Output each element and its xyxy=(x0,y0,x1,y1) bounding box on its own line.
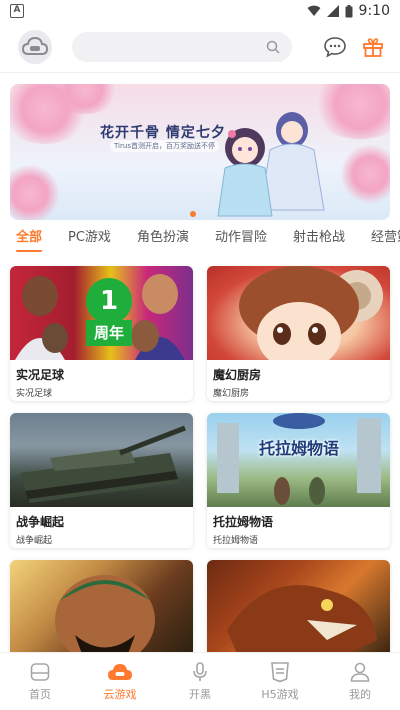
game-cover-toram: 托拉姆物语 xyxy=(207,413,390,507)
nav-profile-label: 我的 xyxy=(349,688,371,701)
search-input[interactable] xyxy=(86,39,266,55)
tab-shooter[interactable]: 射击枪战 xyxy=(293,224,345,254)
message-button[interactable] xyxy=(320,32,350,62)
search-bar[interactable] xyxy=(72,32,292,62)
game-title: 实况足球 xyxy=(16,368,65,382)
wifi-icon xyxy=(307,5,321,16)
chat-bubble-icon xyxy=(324,37,346,58)
status-bar: A 9:10 xyxy=(0,0,400,22)
banner-page-indicator xyxy=(190,211,196,217)
signal-icon xyxy=(326,5,339,17)
gift-icon xyxy=(363,38,383,57)
tab-strategy[interactable]: 经营策略 xyxy=(371,224,400,254)
cloud-game-icon xyxy=(108,664,132,680)
nav-cloud-game-label: 云游戏 xyxy=(103,688,137,701)
top-bar xyxy=(0,22,400,72)
nav-voice-chat[interactable]: 开黑 xyxy=(170,661,230,702)
game-cover-warrior xyxy=(10,560,193,654)
game-card[interactable]: 魔幻厨房 魔幻厨房 xyxy=(207,266,390,401)
game-card[interactable]: 1 周年 实况足球 实况足球 xyxy=(10,266,193,401)
game-subtitle: 魔幻厨房 xyxy=(213,389,250,399)
notification-a-icon: A xyxy=(10,4,24,18)
search-icon[interactable] xyxy=(266,40,280,54)
tab-pc-games[interactable]: PC游戏 xyxy=(68,224,111,254)
game-cover-soccer: 1 周年 xyxy=(10,266,193,360)
nav-h5-games-label: H5游戏 xyxy=(261,688,299,701)
game-card[interactable]: 托拉姆物语 托拉姆物语 托拉姆物语 xyxy=(207,413,390,548)
nav-h5-games[interactable]: H5游戏 xyxy=(250,661,310,702)
category-tabs: 全部 PC游戏 角色扮演 动作冒险 射击枪战 经营策略 xyxy=(0,224,400,254)
anniversary-badge: 1 周年 xyxy=(86,278,132,350)
game-subtitle: 实况足球 xyxy=(16,389,53,399)
promo-banner[interactable]: 花开千骨 情定七夕 Tirus首测开启，百万奖励送不停 xyxy=(10,84,390,220)
nav-profile[interactable]: 我的 xyxy=(330,661,390,702)
nav-cloud-game[interactable]: 云游戏 xyxy=(90,661,150,702)
tab-action-adventure[interactable]: 动作冒险 xyxy=(215,224,267,254)
game-cover-dragon xyxy=(207,560,390,654)
tab-all[interactable]: 全部 xyxy=(16,224,43,254)
nav-voice-chat-label: 开黑 xyxy=(189,688,211,701)
gift-button[interactable] xyxy=(358,32,388,62)
game-logo-text: 托拉姆物语 xyxy=(258,439,339,458)
nav-home[interactable]: 首页 xyxy=(10,661,70,702)
nav-home-label: 首页 xyxy=(29,688,51,701)
home-icon xyxy=(30,663,50,681)
game-cover-war-rising xyxy=(10,413,193,507)
game-subtitle: 战争崛起 xyxy=(16,536,53,546)
app-logo[interactable] xyxy=(18,30,52,64)
game-subtitle: 托拉姆物语 xyxy=(213,536,259,546)
game-cover-magic-kitchen xyxy=(207,266,390,360)
bottom-nav: 首页 云游戏 开黑 H5游戏 我的 xyxy=(0,652,400,710)
banner-characters-illustration xyxy=(217,112,325,217)
profile-icon xyxy=(350,662,370,682)
game-grid: 1 周年 实况足球 实况足球 魔幻厨房 魔幻厨房 战争崛起 战争崛起 托拉姆物语… xyxy=(10,266,390,695)
header-divider xyxy=(0,72,400,73)
h5-badge-icon xyxy=(271,662,289,683)
game-title: 战争崛起 xyxy=(16,515,65,529)
microphone-icon xyxy=(193,662,207,681)
game-title: 魔幻厨房 xyxy=(213,368,262,382)
tab-rpg[interactable]: 角色扮演 xyxy=(137,224,189,254)
cloud-gamepad-logo-icon xyxy=(22,36,48,55)
game-title: 托拉姆物语 xyxy=(213,515,274,529)
battery-icon xyxy=(345,4,353,17)
status-time: 9:10 xyxy=(358,3,390,19)
game-card[interactable]: 战争崛起 战争崛起 xyxy=(10,413,193,548)
